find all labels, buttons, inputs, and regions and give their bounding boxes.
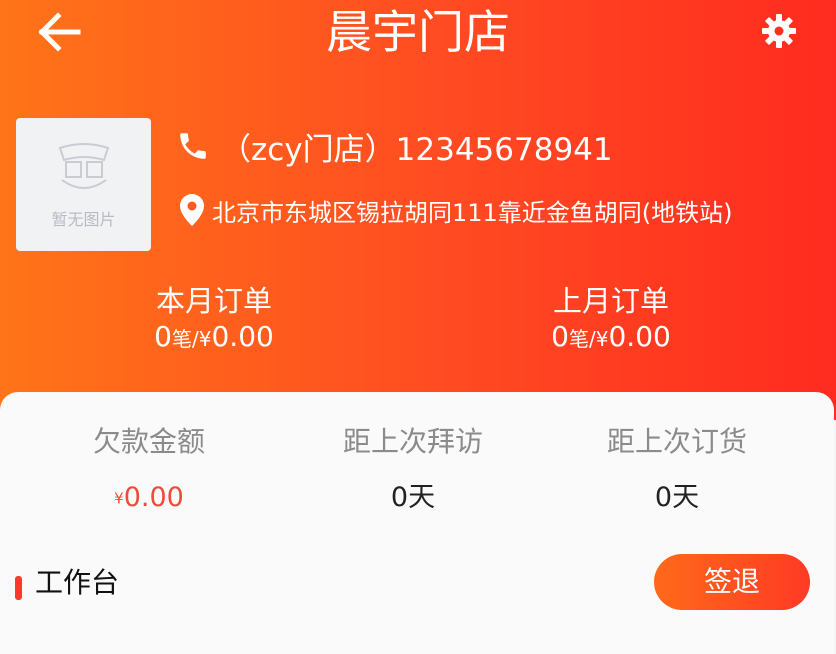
store-phone: （zcy门店）12345678941 (220, 131, 613, 168)
this-month-orders: 本月订单 0笔/¥0.00 (64, 282, 364, 356)
store-image[interactable]: 暂无图片 (16, 118, 151, 251)
this-month-label: 本月订单 (155, 284, 272, 318)
store-address: 北京市东城区锡拉胡同111靠近金鱼胡同(地铁站) (212, 198, 733, 227)
debt-stat[interactable]: 欠款金额 ¥0.00 (19, 422, 279, 517)
last-month-unit: 笔/ (569, 327, 596, 351)
page-title: 晨宇门店 (326, 5, 510, 59)
settings-button[interactable] (760, 12, 798, 50)
last-month-currency: ¥ (595, 327, 609, 351)
stats-card: 欠款金额 ¥0.00 距上次拜访 0天 距上次订货 0天 (0, 392, 834, 654)
last-month-count: 0 (551, 320, 569, 353)
last-visit-label: 距上次拜访 (342, 425, 483, 458)
store-logo-icon (58, 143, 110, 189)
debt-label: 欠款金额 (92, 425, 205, 458)
debt-amount: 0.00 (123, 482, 184, 513)
last-order-label: 距上次订货 (606, 425, 747, 458)
last-month-amount: 0.00 (608, 320, 671, 353)
no-image-label: 暂无图片 (51, 210, 116, 229)
debt-currency: ¥ (114, 489, 124, 508)
this-month-count: 0 (154, 320, 172, 353)
workbench-heading: 工作台 (35, 566, 120, 599)
last-order-stat[interactable]: 距上次订货 0天 (547, 422, 807, 516)
phone-icon (180, 133, 206, 159)
debt-value: ¥0.00 (19, 480, 279, 517)
location-pin-icon (180, 194, 204, 226)
last-visit-stat[interactable]: 距上次拜访 0天 (283, 422, 543, 516)
sign-out-button[interactable]: 签退 (654, 554, 810, 610)
this-month-currency: ¥ (198, 327, 212, 351)
store-phone-row[interactable]: （zcy门店）12345678941 (176, 124, 613, 168)
store-header: 晨宇门店 暂无图片 （zcy门店）12345678941 北京市东城区锡拉胡同1… (0, 0, 836, 420)
top-bar: 晨宇门店 (0, 0, 836, 70)
last-month-value: 0笔/¥0.00 (461, 320, 761, 356)
last-month-orders: 上月订单 0笔/¥0.00 (461, 282, 761, 356)
last-month-label: 上月订单 (552, 284, 669, 318)
this-month-value: 0笔/¥0.00 (64, 320, 364, 356)
section-marker (15, 576, 22, 600)
gear-icon (762, 14, 796, 48)
last-order-value: 0天 (654, 482, 700, 513)
store-address-row[interactable]: 北京市东城区锡拉胡同111靠近金鱼胡同(地铁站) (180, 190, 733, 230)
this-month-unit: 笔/ (172, 327, 199, 351)
last-visit-value: 0天 (390, 482, 436, 513)
this-month-amount: 0.00 (211, 320, 274, 353)
